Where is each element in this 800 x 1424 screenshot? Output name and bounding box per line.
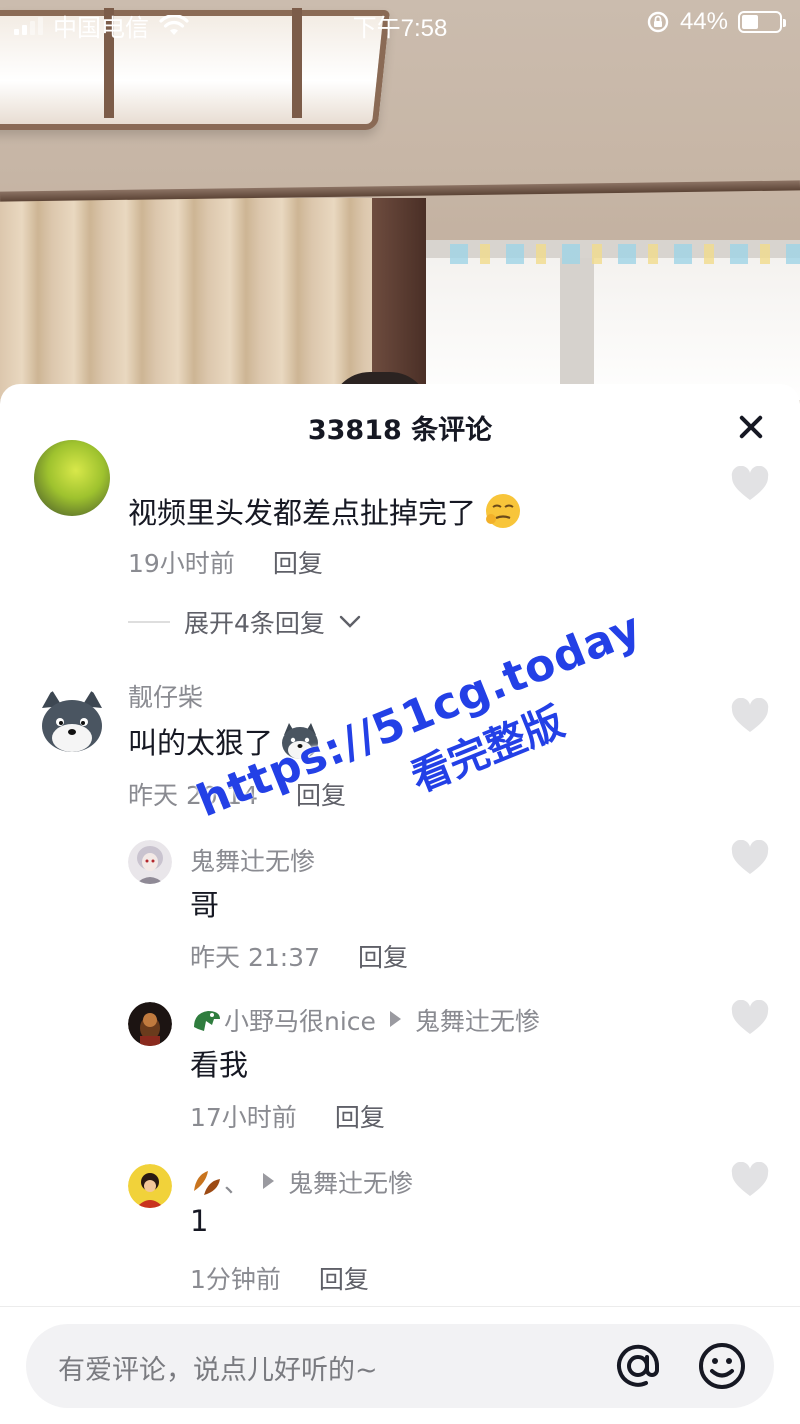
reply-header: 小野马很nice 鬼舞辻无惨	[190, 1002, 540, 1038]
comment-username[interactable]: 靓仔柴	[128, 678, 203, 714]
reply-content: 1	[190, 1204, 209, 1238]
comment-count-title: 33818 条评论	[307, 415, 493, 446]
curtain	[0, 198, 420, 400]
reply-button[interactable]: 回复	[296, 776, 346, 812]
thinking-emoji-icon	[486, 494, 521, 528]
autumn-leaves-icon	[194, 1171, 220, 1195]
heart-icon[interactable]	[730, 466, 770, 502]
comment-input[interactable]: 有爱评论，说点儿好听的~	[26, 1324, 774, 1408]
input-divider	[0, 1306, 800, 1307]
video-background	[0, 0, 800, 400]
reply-to-username[interactable]: 鬼舞辻无惨	[288, 1164, 413, 1200]
heart-icon[interactable]	[730, 1000, 770, 1036]
heart-icon[interactable]	[730, 840, 770, 876]
avatar[interactable]	[128, 1002, 172, 1046]
comment-content: 视频里头发都差点扯掉完了	[128, 490, 524, 532]
reply-time: 昨天 21:37	[190, 943, 320, 972]
reply-time: 1分钟前	[190, 1265, 281, 1294]
emoji-icon[interactable]	[696, 1340, 748, 1392]
window-frame	[560, 258, 594, 400]
dinosaur-icon	[194, 1011, 220, 1031]
heart-icon[interactable]	[730, 1162, 770, 1198]
battery-icon	[738, 11, 786, 33]
reply-button[interactable]: 回复	[358, 938, 408, 974]
avatar[interactable]	[34, 440, 110, 516]
avatar[interactable]	[34, 686, 110, 762]
comment-time: 昨天 20:14	[128, 781, 258, 810]
at-icon[interactable]	[612, 1340, 664, 1392]
reply-username[interactable]: 鬼舞辻无惨	[190, 842, 315, 878]
reply-meta: 1分钟前 回复	[190, 1260, 369, 1296]
comment-meta: 19小时前 回复	[128, 544, 323, 580]
reply-meta: 昨天 21:37 回复	[190, 938, 408, 974]
avatar[interactable]	[128, 840, 172, 884]
close-icon[interactable]	[734, 410, 768, 444]
reply-arrow-icon	[389, 1011, 401, 1027]
curtain-dark	[372, 198, 426, 400]
battery-percent: 44%	[679, 8, 728, 35]
status-right: 44%	[646, 8, 786, 36]
window	[426, 240, 800, 400]
comment-content: 叫的太狠了	[128, 720, 321, 762]
expand-label: 展开4条回复	[184, 609, 325, 638]
reply-header: 、 鬼舞辻无惨	[190, 1164, 413, 1200]
heart-icon[interactable]	[730, 698, 770, 734]
comment-input-placeholder: 有爱评论，说点儿好听的~	[58, 1355, 378, 1386]
reply-content: 哥	[190, 888, 220, 922]
expand-replies-button[interactable]: 展开4条回复	[128, 604, 361, 640]
reply-to-username[interactable]: 鬼舞辻无惨	[415, 1002, 540, 1038]
party-banner	[450, 244, 800, 264]
reply-time: 17小时前	[190, 1103, 297, 1132]
reply-arrow-icon	[263, 1173, 275, 1189]
chevron-down-icon	[339, 615, 361, 628]
husky-emoji-icon	[282, 723, 319, 759]
reply-button[interactable]: 回复	[319, 1260, 369, 1296]
avatar[interactable]	[128, 1164, 172, 1208]
expand-divider	[128, 621, 170, 623]
battery-fill	[742, 15, 758, 29]
comment-meta: 昨天 20:14 回复	[128, 776, 346, 812]
comment-time: 19小时前	[128, 549, 235, 578]
reply-username[interactable]: 、	[224, 1164, 249, 1200]
reply-username[interactable]: 小野马很nice	[224, 1002, 376, 1038]
status-bar: 中国电信 下午7:58 44%	[0, 0, 800, 44]
lock-rotation-icon	[647, 11, 669, 33]
comment-panel: 33818 条评论 视频里头发都差点扯掉完了 19小时前 回复 展开4条回复 靓…	[0, 384, 800, 1424]
reply-meta: 17小时前 回复	[190, 1098, 385, 1134]
reply-content: 看我	[190, 1048, 249, 1082]
reply-button[interactable]: 回复	[273, 544, 323, 580]
comment-list[interactable]: 视频里头发都差点扯掉完了 19小时前 回复 展开4条回复 靓仔柴 叫的太狠了 昨…	[0, 440, 800, 1314]
reply-button[interactable]: 回复	[335, 1098, 385, 1134]
